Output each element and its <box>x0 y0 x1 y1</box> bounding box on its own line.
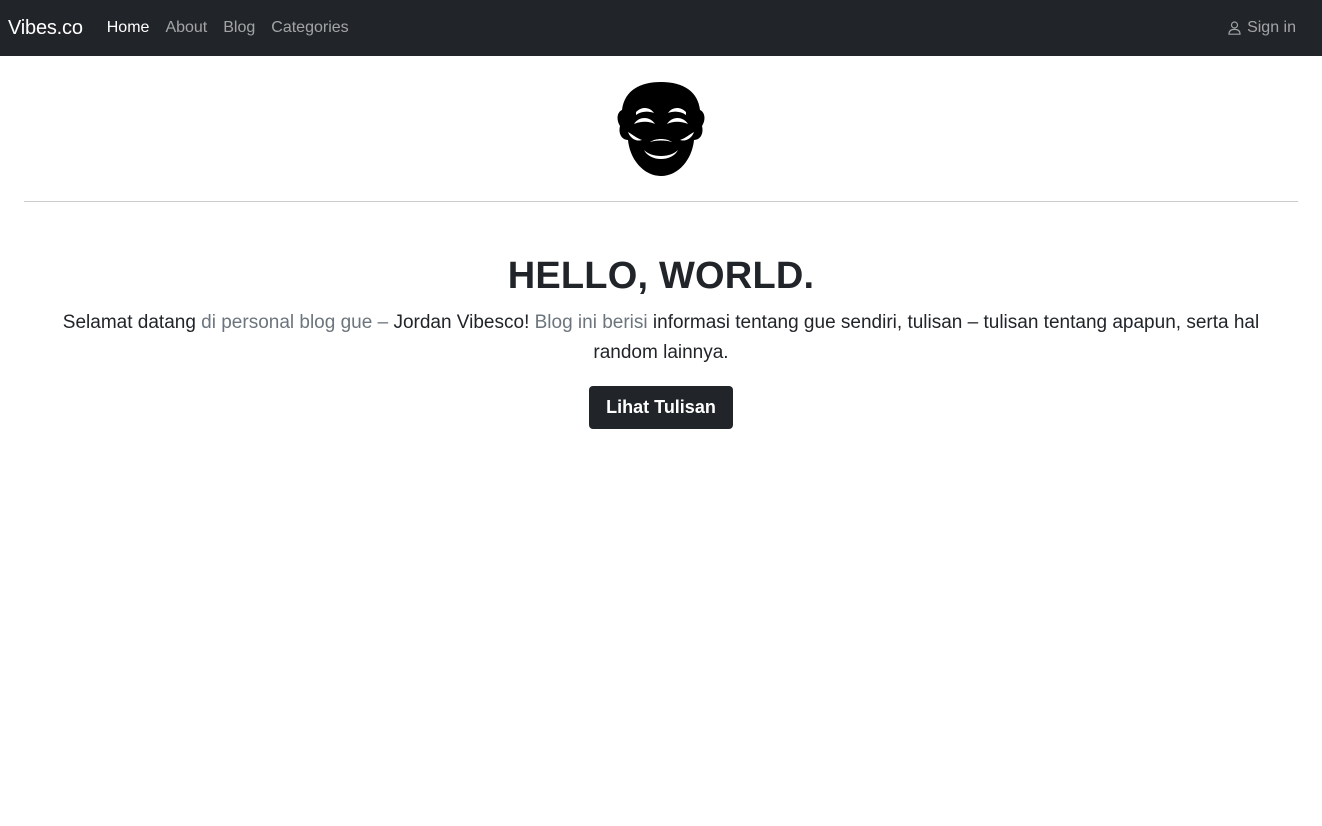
view-posts-button[interactable]: Lihat Tulisan <box>589 386 733 429</box>
sign-in-label: Sign in <box>1247 19 1296 36</box>
top-navbar: Vibes.co Home About Blog Categories Sign… <box>0 0 1322 56</box>
hero-text-name: Jordan Vibesco! <box>393 312 530 333</box>
nav-link-home[interactable]: Home <box>107 19 150 37</box>
hero-text-intro: di personal blog gue – <box>195 312 394 333</box>
mask-icon <box>614 80 708 183</box>
logo-container <box>0 56 1322 183</box>
hero-title: HELLO, WORLD. <box>507 255 815 297</box>
hero-text-content: informasi tentang gue sendiri, tulisan –… <box>593 312 1260 363</box>
nav-link-about[interactable]: About <box>165 19 207 37</box>
nav-link-blog[interactable]: Blog <box>223 19 255 37</box>
person-icon <box>1228 21 1241 35</box>
brand-logo-text[interactable]: Vibes.co <box>8 17 83 40</box>
nav-links: Home About Blog Categories <box>107 19 349 37</box>
sign-in-link[interactable]: Sign in <box>1228 19 1296 37</box>
hero-text-blog: Blog ini berisi <box>529 312 653 333</box>
hero-text-greeting: Selamat datang <box>62 312 196 333</box>
hero-section: HELLO, WORLD. Selamat datang di personal… <box>0 254 1322 429</box>
nav-link-categories[interactable]: Categories <box>271 19 348 37</box>
hero-text: Selamat datang di personal blog gue – Jo… <box>31 308 1291 368</box>
logo-divider <box>24 201 1298 202</box>
